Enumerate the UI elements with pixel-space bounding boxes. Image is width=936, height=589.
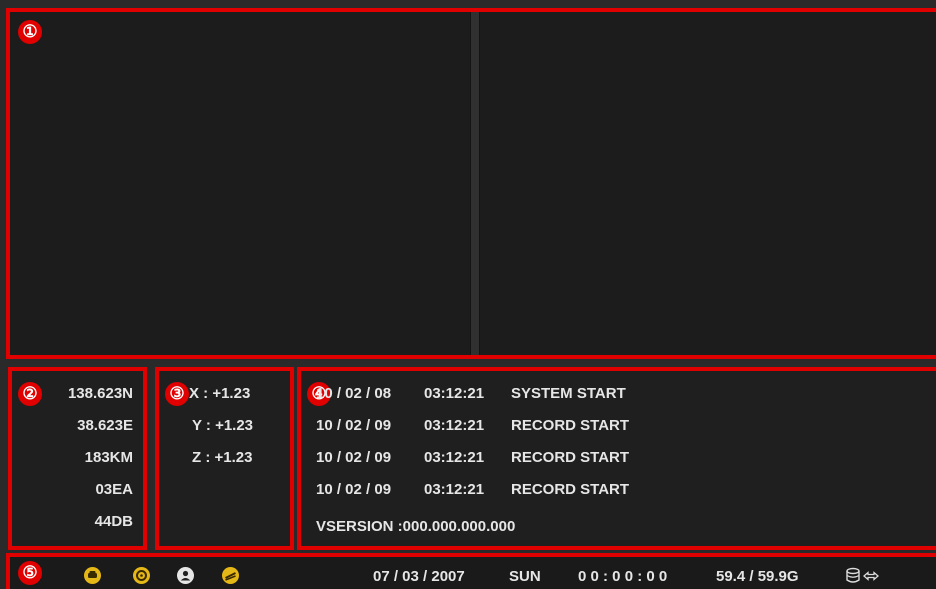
status-time: 0 0 : 0 0 : 0 0 (578, 568, 668, 585)
gps-satellites: 03EA (95, 481, 133, 498)
log-row: 10 / 02 / 08 03:12:21 SYSTEM START (316, 385, 629, 417)
gps-panel: ② 138.623N 38.623E 183KM 03EA 44DB (8, 367, 147, 550)
user-icon[interactable] (177, 567, 194, 584)
event-log-panel: ④ 10 / 02 / 08 03:12:21 SYSTEM START 10 … (297, 367, 936, 550)
zone-marker-2: ② (18, 382, 42, 406)
speed-icon[interactable] (222, 567, 239, 584)
gsensor-panel: ③ X : +1.23 Y : +1.23 Z : +1.23 (155, 367, 294, 550)
storage-overwrite-icon (846, 567, 879, 583)
log-time: 03:12:21 (424, 417, 485, 434)
zone-marker-1: ① (18, 20, 42, 44)
gsensor-z: Z : +1.23 (192, 449, 253, 466)
status-date: 07 / 03 / 2007 (373, 568, 465, 585)
camera-split-divider (470, 12, 480, 355)
zone-marker-5: ⑤ (18, 561, 42, 585)
log-row: 10 / 02 / 09 03:12:21 RECORD START (316, 449, 629, 481)
gps-longitude: 38.623E (77, 417, 133, 434)
log-time: 03:12:21 (424, 449, 485, 466)
log-event: RECORD START (511, 449, 630, 466)
log-row: 10 / 02 / 09 03:12:21 RECORD START (316, 417, 629, 449)
gsensor-x: X : +1.23 (189, 385, 251, 402)
log-date: 10 / 02 / 09 (316, 417, 392, 434)
status-day: SUN (509, 568, 541, 585)
log-date: 10 / 02 / 08 (316, 385, 392, 402)
log-date: 10 / 02 / 09 (316, 449, 392, 466)
log-row: 10 / 02 / 09 03:12:21 RECORD START (316, 481, 629, 513)
gps-signal: 44DB (94, 513, 133, 530)
zone-marker-3: ③ (165, 382, 189, 406)
event-log-list: 10 / 02 / 08 03:12:21 SYSTEM START 10 / … (316, 385, 629, 513)
log-time: 03:12:21 (424, 385, 485, 402)
log-event: SYSTEM START (511, 385, 626, 402)
gps-speed: 183KM (84, 449, 133, 466)
car-icon[interactable] (84, 567, 101, 584)
status-bar: ⑤ 07 / 03 / 2007 SUN 0 0 : 0 0 : 0 0 59.… (6, 553, 936, 589)
gps-latitude: 138.623N (67, 385, 133, 402)
camera-view-panel[interactable]: ① (6, 8, 936, 359)
log-time: 03:12:21 (424, 481, 485, 498)
log-event: RECORD START (511, 481, 630, 498)
log-event: RECORD START (511, 417, 630, 434)
log-date: 10 / 02 / 09 (316, 481, 392, 498)
wheel-icon[interactable] (133, 567, 150, 584)
firmware-version: VSERSION :000.000.000.000 (316, 518, 516, 535)
storage-usage: 59.4 / 59.9G (716, 568, 799, 585)
gsensor-y: Y : +1.23 (192, 417, 254, 434)
